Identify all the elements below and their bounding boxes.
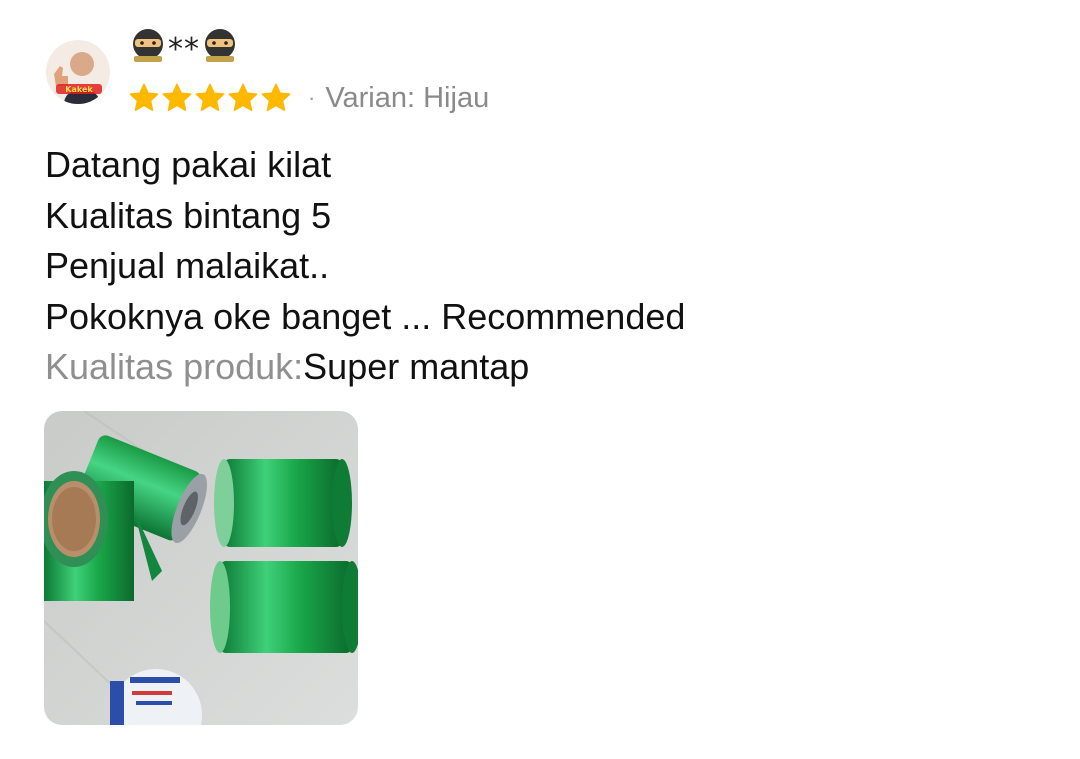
review-card: Kakek ** · Varian: Hijau Datang pakai ki… (0, 0, 1080, 759)
review-line: Kualitas bintang 5 (45, 194, 332, 236)
ninja-icon (202, 26, 238, 72)
quality-value: Super mantap (303, 346, 530, 387)
ninja-icon (130, 26, 166, 72)
review-line: Pokoknya oke banget ... Recommended (45, 295, 686, 337)
quality-row: Kualitas produk:Super mantap (45, 342, 1045, 393)
review-line: Datang pakai kilat (45, 144, 332, 185)
quality-label: Kualitas produk: (45, 346, 304, 387)
avatar-caption: Kakek (65, 85, 93, 94)
review-line: Penjual malaikat.. (45, 245, 330, 286)
product-photo-icon (44, 411, 358, 725)
star-icon (162, 83, 192, 111)
username: ** (130, 27, 238, 71)
username-masked: ** (168, 31, 200, 67)
review-text: Datang pakai kilat Kualitas bintang 5 Pe… (45, 140, 1045, 393)
separator-dot: · (308, 85, 316, 110)
star-icon (129, 83, 159, 111)
star-icon (261, 83, 291, 111)
user-avatar[interactable]: Kakek (46, 40, 110, 104)
star-icon (195, 83, 225, 111)
review-photo[interactable] (44, 411, 358, 725)
rating-row: · Varian: Hijau (128, 78, 489, 118)
star-rating (128, 82, 292, 114)
variant-label: Varian: Hijau (325, 81, 490, 114)
star-icon (228, 83, 258, 111)
